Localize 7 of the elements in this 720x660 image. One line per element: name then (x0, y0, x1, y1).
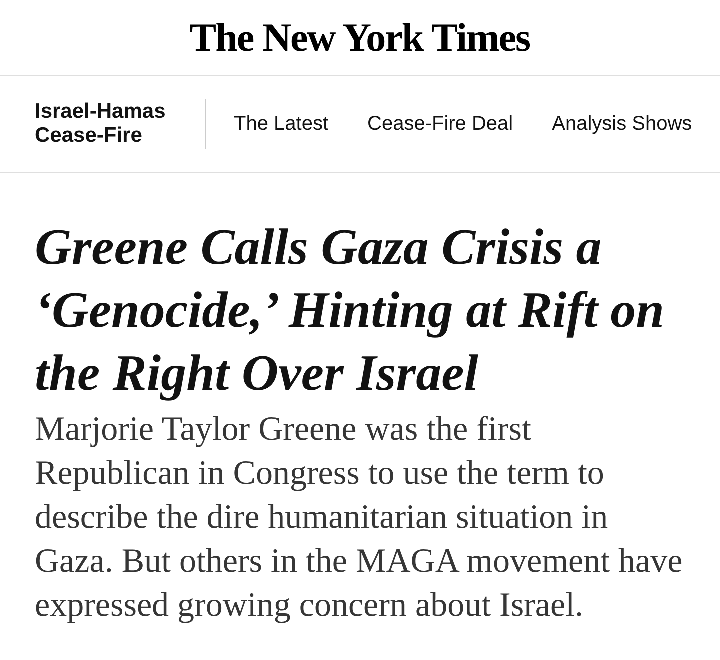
section-title-link[interactable]: Israel-Hamas Cease-Fire (35, 99, 206, 149)
nav-link[interactable]: Cease-Fire Deal (368, 109, 514, 139)
article-headline: Greene Calls Gaza Crisis a ‘Genocide,’ Hinting at Rift on the Right Over Israel (35, 219, 666, 404)
site-logo[interactable]: The New York Times (190, 18, 530, 58)
nav-link[interactable]: The Latest (234, 109, 329, 139)
nav-link[interactable]: Analysis Shows (552, 109, 692, 139)
article-summary: Marjorie Taylor Greene was the first Republican in Congress to use the term to describe the dire humanitarian situation in Gaza. But others in the MAGA movement have expressed growing concern about Israel. (35, 410, 684, 626)
